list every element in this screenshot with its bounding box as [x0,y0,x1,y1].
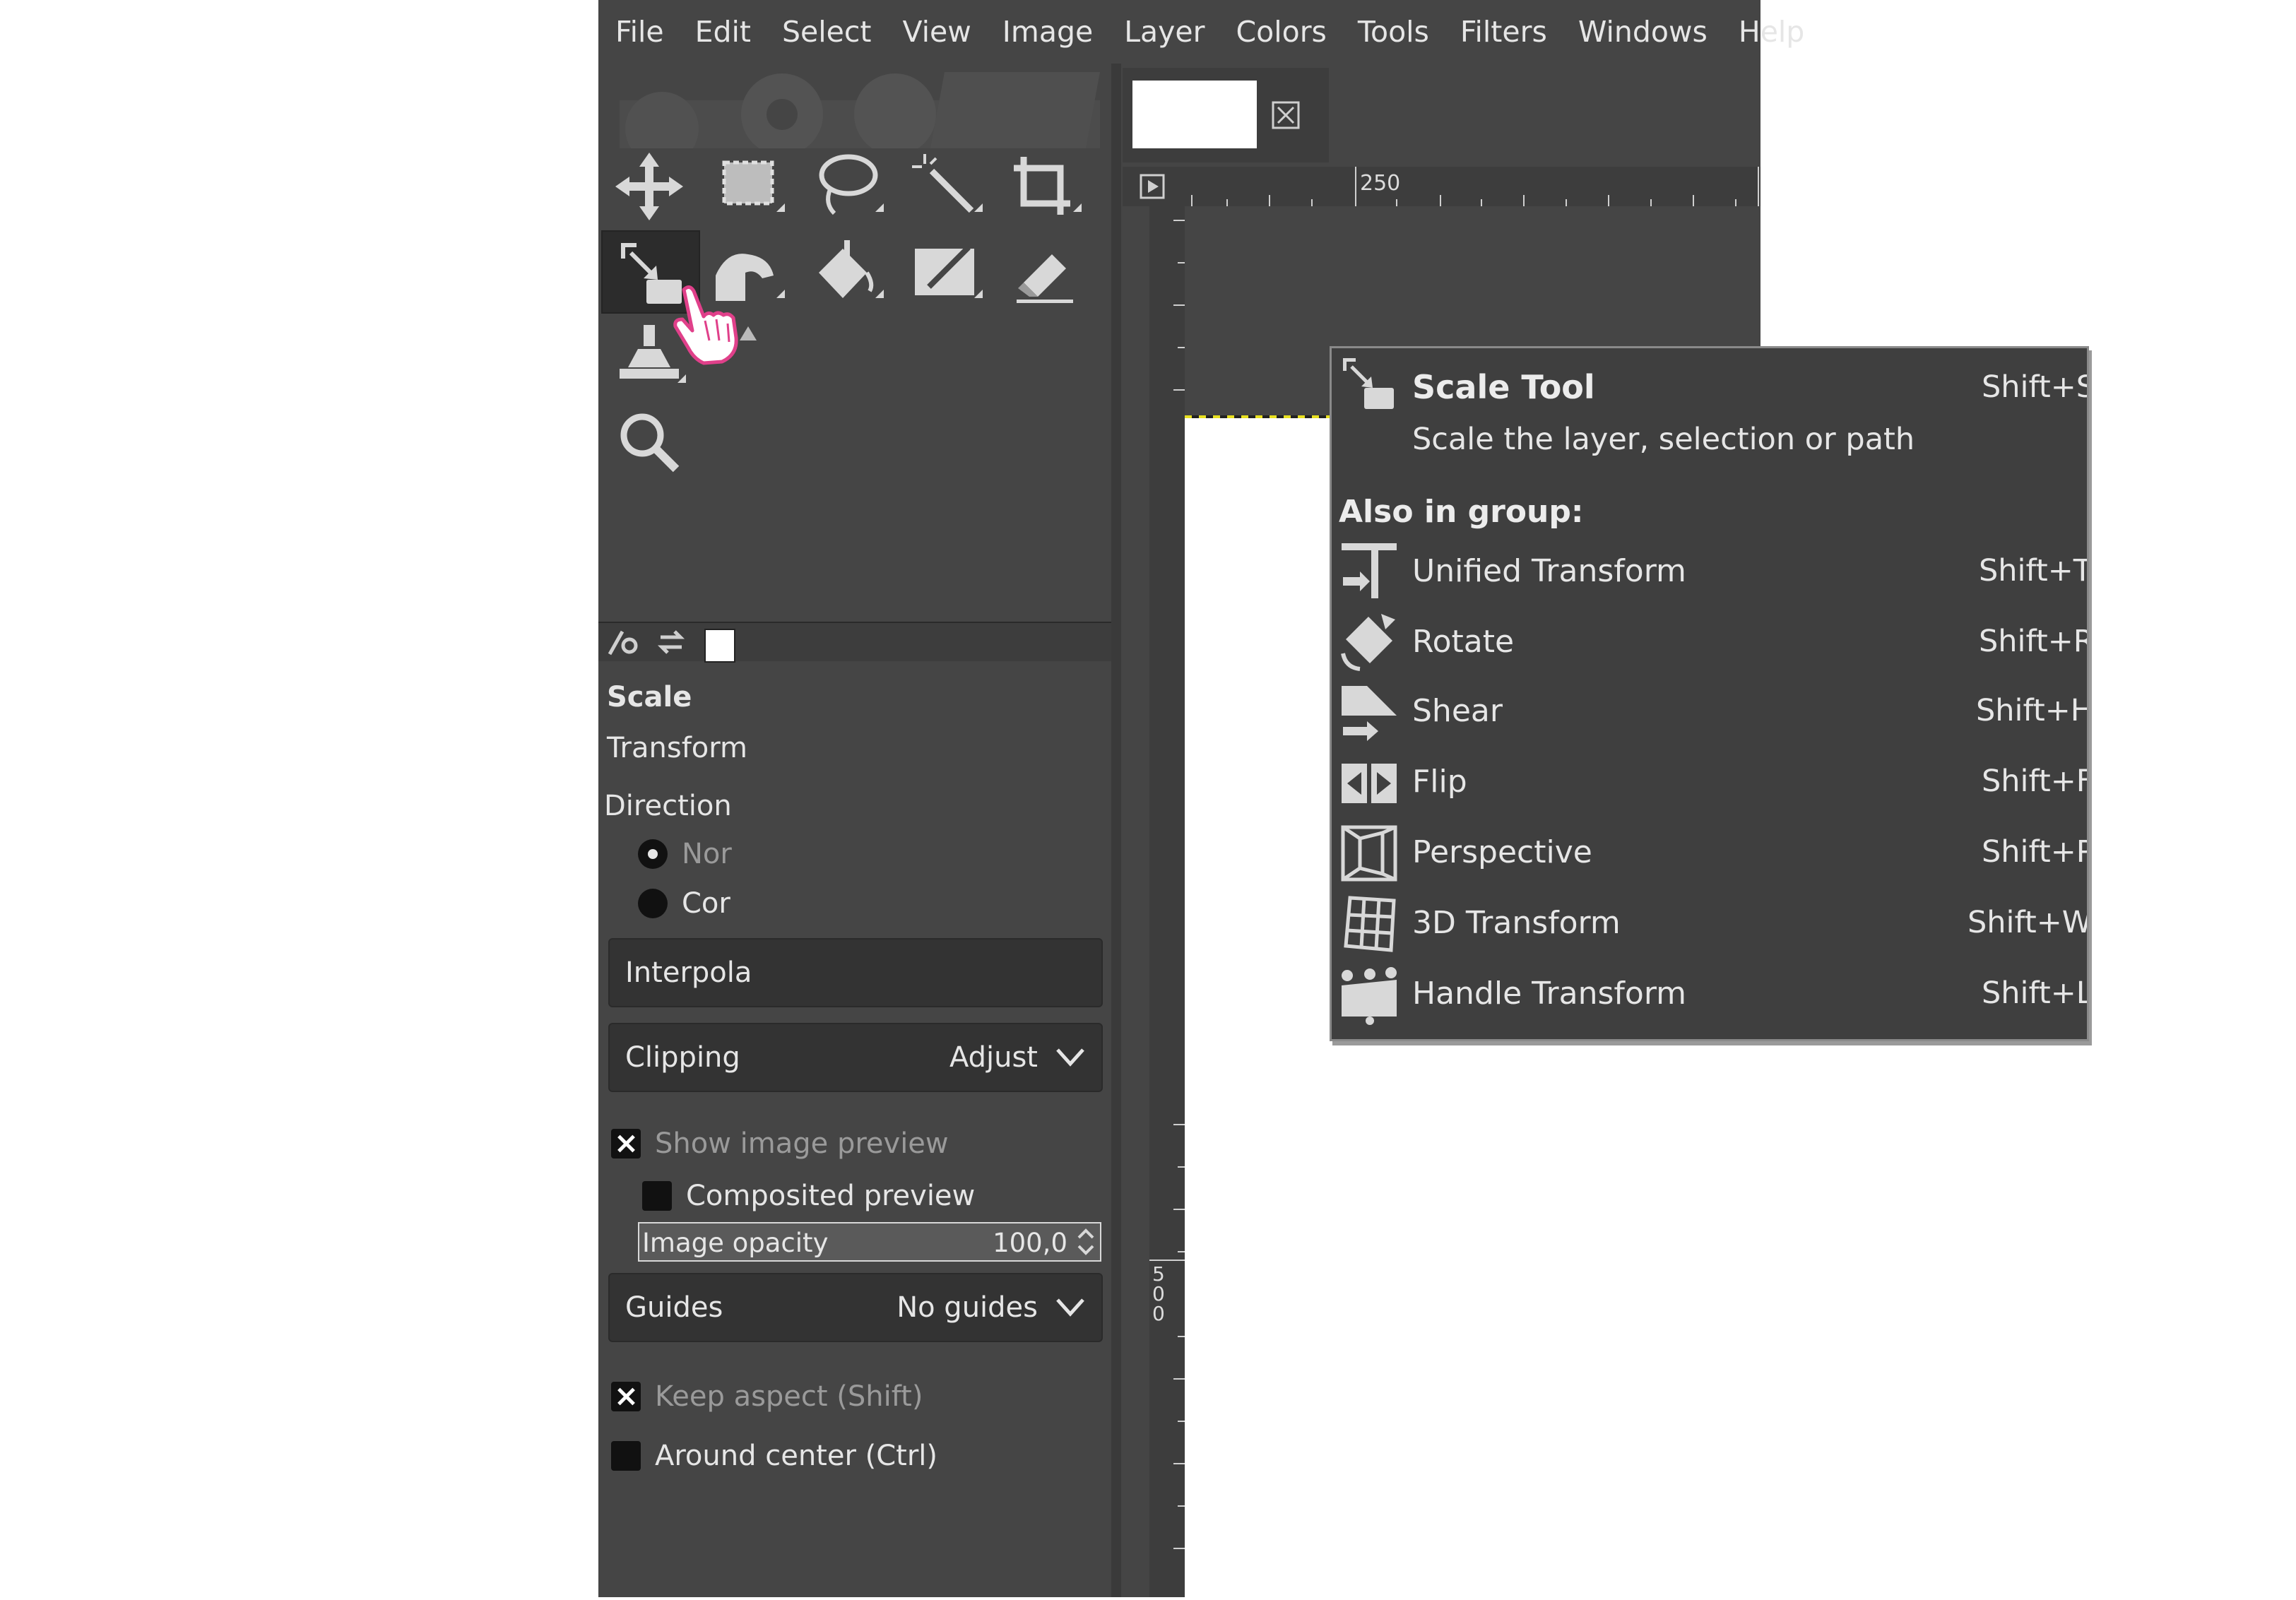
horizontal-ruler[interactable]: 250 [1185,167,1761,206]
tool-options-title: Scale [607,681,692,713]
image-opacity-value: 100,0 [993,1228,1067,1258]
horizontal-ruler-ticks [1191,167,1759,206]
tooltip-description: Scale the layer, selection or path [1412,422,1915,457]
tooltip-item-name: Unified Transform [1412,553,1686,589]
menu-bar: File Edit Select View Image Layer Colors… [598,0,1804,64]
3d-transform-icon [1339,894,1400,954]
interpolation-label: Interpola [625,956,752,989]
scale-tool-tooltip: Scale Tool Shift+S Scale the layer, sele… [1330,346,2089,1041]
chevron-down-icon [1056,1298,1084,1317]
interpolation-combo[interactable]: Interpola [608,938,1103,1007]
tooltip-group-heading: Also in group: [1339,494,1584,530]
device-status-tab-icon[interactable] [653,627,689,657]
menu-file[interactable]: File [615,15,664,49]
menu-windows[interactable]: Windows [1578,15,1708,49]
clipping-label: Clipping [625,1041,740,1074]
around-center-checkbox[interactable] [611,1441,641,1471]
menu-tools[interactable]: Tools [1358,15,1429,49]
direction-label: Direction [604,790,732,822]
menu-filters[interactable]: Filters [1460,15,1547,49]
gimp-wilber-logo-icon [620,72,1100,148]
menu-layer[interactable]: Layer [1124,15,1205,49]
gimp-window: File Edit Select View Image Layer Colors… [598,0,2089,1597]
tooltip-item-name: Rotate [1412,624,1515,660]
rect-select-tool-icon[interactable] [706,147,791,225]
direction-normal-radio[interactable] [638,839,668,869]
tooltip-item-name: Handle Transform [1412,976,1687,1012]
keep-aspect-label: Keep aspect (Shift) [655,1380,923,1413]
tooltip-item-shortcut: Shift+F [1982,764,2089,799]
scale-tool-icon [1339,355,1400,416]
close-icon[interactable] [1271,100,1301,130]
paintbrush-tool-icon[interactable] [904,233,988,311]
tool-options-tab-icon[interactable] [605,627,641,657]
tooltip-item-shortcut: Shift+R [1979,624,2089,659]
vertical-ruler-ticks [1149,220,1185,1549]
dock-tabs-row [598,622,1111,663]
perspective-icon [1339,823,1400,884]
menu-view[interactable]: View [903,15,971,49]
menu-image[interactable]: Image [1002,15,1093,49]
move-tool-icon[interactable] [607,147,692,225]
clipping-value: Adjust [949,1041,1038,1074]
navigate-icon[interactable] [1140,174,1165,199]
eraser-tool-icon[interactable] [1002,233,1087,311]
guides-label: Guides [625,1291,723,1324]
tooltip-item-shortcut: Shift+T [1979,553,2089,588]
handle-transform-icon [1339,964,1400,1025]
image-opacity-label: Image opacity [642,1228,829,1258]
tooltip-item-name: 3D Transform [1412,905,1621,941]
rotate-icon [1339,611,1400,672]
vertical-ruler[interactable]: 500 [1149,206,1185,1597]
transform-label: Transform [607,732,747,764]
menu-select[interactable]: Select [782,15,871,49]
tooltip-item-shortcut: Shift+W [1967,905,2089,940]
show-preview-label: Show image preview [655,1127,949,1160]
composited-preview-checkbox[interactable] [642,1181,672,1211]
tooltip-item-shortcut: Shift+P [1982,834,2089,870]
around-center-label: Around center (Ctrl) [655,1440,937,1472]
lasso-tool-icon[interactable] [805,147,889,225]
direction-corrective-label: Cor [682,887,730,920]
spin-arrows-icon[interactable] [1073,1225,1099,1259]
menu-colors[interactable]: Colors [1236,15,1327,49]
foreground-color-swatch[interactable] [704,629,735,663]
image-thumbnail [1132,81,1257,148]
guides-combo[interactable]: Guides No guides [608,1273,1103,1342]
image-opacity-spinscale[interactable]: Image opacity 100,0 [638,1222,1101,1262]
pointer-hand-cursor-icon [673,285,738,365]
v-ruler-label: 500 [1152,1262,1165,1325]
tooltip-title: Scale Tool [1412,368,1595,406]
direction-corrective-radio[interactable] [638,889,668,918]
fuzzy-select-tool-icon[interactable] [904,147,988,225]
tooltip-item-name: Shear [1412,693,1503,729]
keep-aspect-checkbox[interactable] [611,1382,641,1411]
h-ruler-label: 250 [1360,171,1401,196]
crop-tool-icon[interactable] [1002,147,1087,225]
guides-value: No guides [896,1291,1038,1324]
tooltip-item-name: Perspective [1412,834,1592,870]
shear-icon [1339,682,1400,742]
bucket-fill-tool-icon[interactable] [805,233,889,311]
composited-preview-label: Composited preview [686,1180,976,1212]
ruler-corner [1123,167,1185,206]
direction-normal-label: Nor [682,838,732,870]
tooltip-item-name: Flip [1412,764,1467,800]
image-tab[interactable] [1123,68,1329,162]
chevron-down-icon [1056,1048,1084,1067]
tooltip-title-shortcut: Shift+S [1982,369,2089,405]
menu-edit[interactable]: Edit [695,15,751,49]
show-preview-checkbox[interactable] [611,1129,641,1158]
unified-transform-icon [1339,540,1400,601]
tooltip-item-shortcut: Shift+H [1976,693,2089,728]
tooltip-item-shortcut: Shift+L [1982,976,2089,1011]
zoom-tool-icon[interactable] [607,403,692,480]
flip-icon [1339,752,1400,813]
panel-splitter[interactable] [1111,64,1121,1597]
menu-help[interactable]: Help [1739,15,1804,49]
clipping-combo[interactable]: Clipping Adjust [608,1023,1103,1092]
